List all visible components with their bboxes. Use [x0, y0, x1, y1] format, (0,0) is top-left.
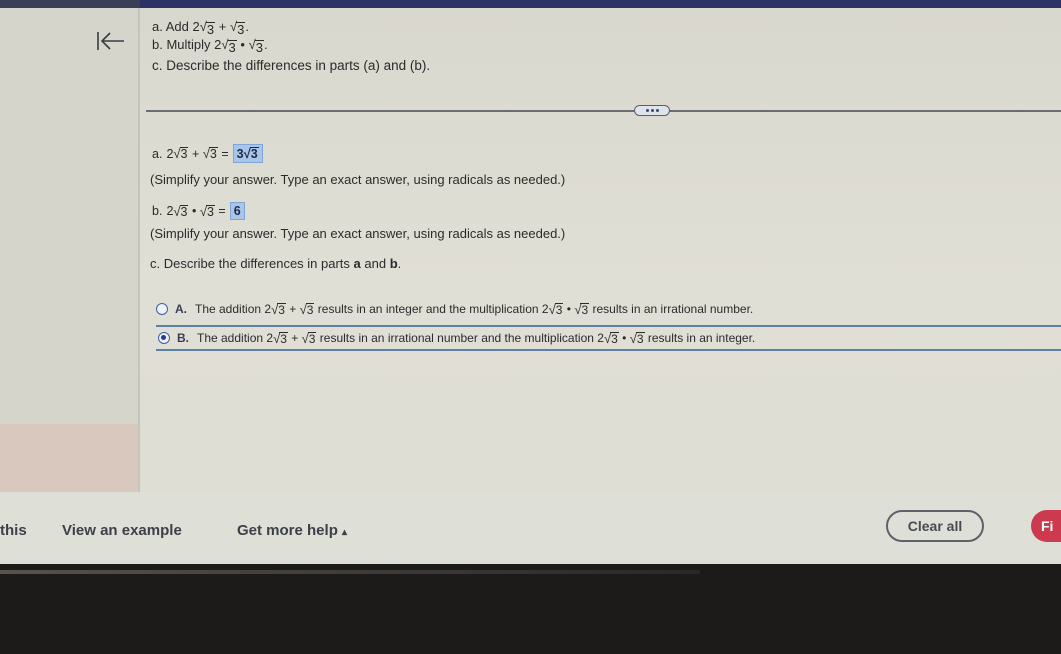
question-part-b: b. Multiply 2 √ 3 • √ 3.	[152, 36, 430, 54]
radical: √ 3	[574, 301, 590, 317]
ellipsis-icon	[655, 109, 659, 112]
part-verb: Add	[165, 19, 189, 34]
get-more-help-link[interactable]: Get more help ▴	[237, 522, 347, 539]
part-label: a.	[152, 146, 163, 161]
more-options-button[interactable]	[634, 105, 670, 116]
part-label: b.	[152, 37, 163, 52]
coefficient: 2	[214, 37, 222, 52]
operator: +	[289, 302, 297, 316]
answer-hint-a: (Simplify your answer. Type an exact ans…	[150, 172, 566, 187]
footer-bar: this View an example Get more help ▴ Cle…	[0, 492, 1061, 564]
clear-all-button[interactable]: Clear all	[886, 510, 984, 542]
operator: •	[191, 204, 197, 218]
radical: √ 3	[221, 37, 237, 55]
choice-text: results in an irrational number.	[592, 302, 754, 316]
answer-part-a: a. 2 √ 3 + √ 3 = 3 √ 3	[152, 144, 263, 163]
choice-letter: A.	[175, 302, 187, 316]
top-bar-left	[0, 0, 140, 8]
radical: √ 3	[301, 330, 317, 346]
part-label: b.	[152, 204, 163, 218]
choice-text: The addition	[197, 331, 264, 345]
coefficient: 2	[264, 302, 272, 316]
radical: √ 3	[629, 330, 645, 346]
coefficient: 2	[166, 146, 174, 161]
radical: √ 3	[299, 301, 315, 317]
ellipsis-icon	[650, 109, 654, 112]
radical: √ 3	[603, 330, 619, 346]
period: .	[245, 19, 249, 34]
radical: √ 3	[199, 203, 215, 219]
left-panel	[0, 8, 140, 492]
collapse-left-icon[interactable]	[94, 30, 126, 52]
screen: a. Add 2 √ 3 + √ 3. b. Multiply 2 √ 3 • √ 3. c…	[0, 8, 1061, 564]
final-check-button[interactable]: Fi	[1031, 510, 1061, 542]
radical: √ 3	[173, 146, 189, 161]
part-label: a.	[152, 19, 163, 34]
section-divider	[146, 110, 1061, 112]
answer-input-a[interactable]: 3 √ 3	[232, 144, 263, 163]
ellipsis-icon	[645, 109, 649, 112]
answer-hint-b: (Simplify your answer. Type an exact ans…	[150, 226, 566, 241]
prompt-text: .	[397, 256, 402, 271]
monitor-bezel	[0, 564, 1061, 654]
choice-text: results in an integer and the multiplica…	[317, 302, 539, 316]
coefficient: 2	[192, 19, 200, 34]
coefficient: 2	[266, 331, 274, 345]
part-ref-a: a	[353, 256, 361, 271]
part-verb: Multiply	[166, 37, 211, 52]
period: .	[263, 37, 268, 52]
radical: √ 3	[271, 301, 286, 317]
question-prompt: a. Add 2 √ 3 + √ 3. b. Multiply 2 √ 3 • √ 3. c…	[152, 18, 430, 75]
operator: •	[566, 302, 571, 316]
radical: √ 3	[173, 203, 189, 219]
radio-button-a[interactable]	[156, 303, 168, 315]
prompt-text: and	[360, 256, 390, 271]
part-ref-b: b	[389, 256, 398, 271]
choice-text: results in an integer.	[647, 331, 756, 345]
operator: +	[218, 19, 227, 34]
caret-up-icon: ▴	[342, 527, 348, 538]
choice-letter: B.	[177, 331, 189, 345]
operator: •	[622, 331, 627, 345]
radical: √ 3	[202, 146, 218, 161]
radical: √ 3	[248, 37, 264, 55]
coefficient: 2	[541, 302, 549, 316]
view-example-link[interactable]: View an example	[62, 522, 182, 539]
bezel-edge	[0, 570, 700, 574]
question-part-c: c. Describe the differences in parts (a)…	[152, 58, 431, 73]
coefficient: 2	[166, 204, 174, 218]
choice-text: The addition	[195, 302, 262, 316]
choice-a[interactable]: A. The addition 2 √ 3 + √ 3 results in an i…	[154, 296, 1061, 322]
radical: √ 3	[199, 19, 216, 37]
equals-sign: =	[218, 204, 226, 218]
radical: √ 3	[548, 301, 564, 317]
answer-input-b[interactable]: 6	[229, 202, 245, 220]
part-c-prompt: c. Describe the differences in parts a a…	[150, 256, 401, 271]
question-part-a: a. Add 2 √ 3 + √ 3.	[152, 18, 430, 36]
operator: +	[291, 331, 299, 345]
choice-b[interactable]: B. The addition 2 √ 3 + √ 3 results in an i…	[156, 325, 1061, 351]
radio-button-b[interactable]	[158, 332, 170, 344]
coefficient: 2	[597, 331, 604, 345]
choice-text: results in an irrational number and the …	[319, 331, 594, 345]
prompt-text: c. Describe the differences in parts	[150, 256, 354, 271]
question-content: a. Add 2 √ 3 + √ 3. b. Multiply 2 √ 3 • √ 3. c…	[142, 8, 1061, 492]
left-panel-status-block	[0, 424, 138, 492]
operator: +	[191, 146, 200, 161]
equals-sign: =	[221, 146, 229, 161]
help-me-solve-this-link[interactable]: this	[0, 522, 27, 539]
operator: •	[240, 37, 245, 52]
radical: √ 3	[273, 330, 288, 346]
get-more-help-label: Get more help	[237, 522, 338, 539]
radical: √ 3	[229, 19, 246, 37]
answer-part-b: b. 2 √ 3 • √ 3 = 6	[152, 202, 245, 220]
